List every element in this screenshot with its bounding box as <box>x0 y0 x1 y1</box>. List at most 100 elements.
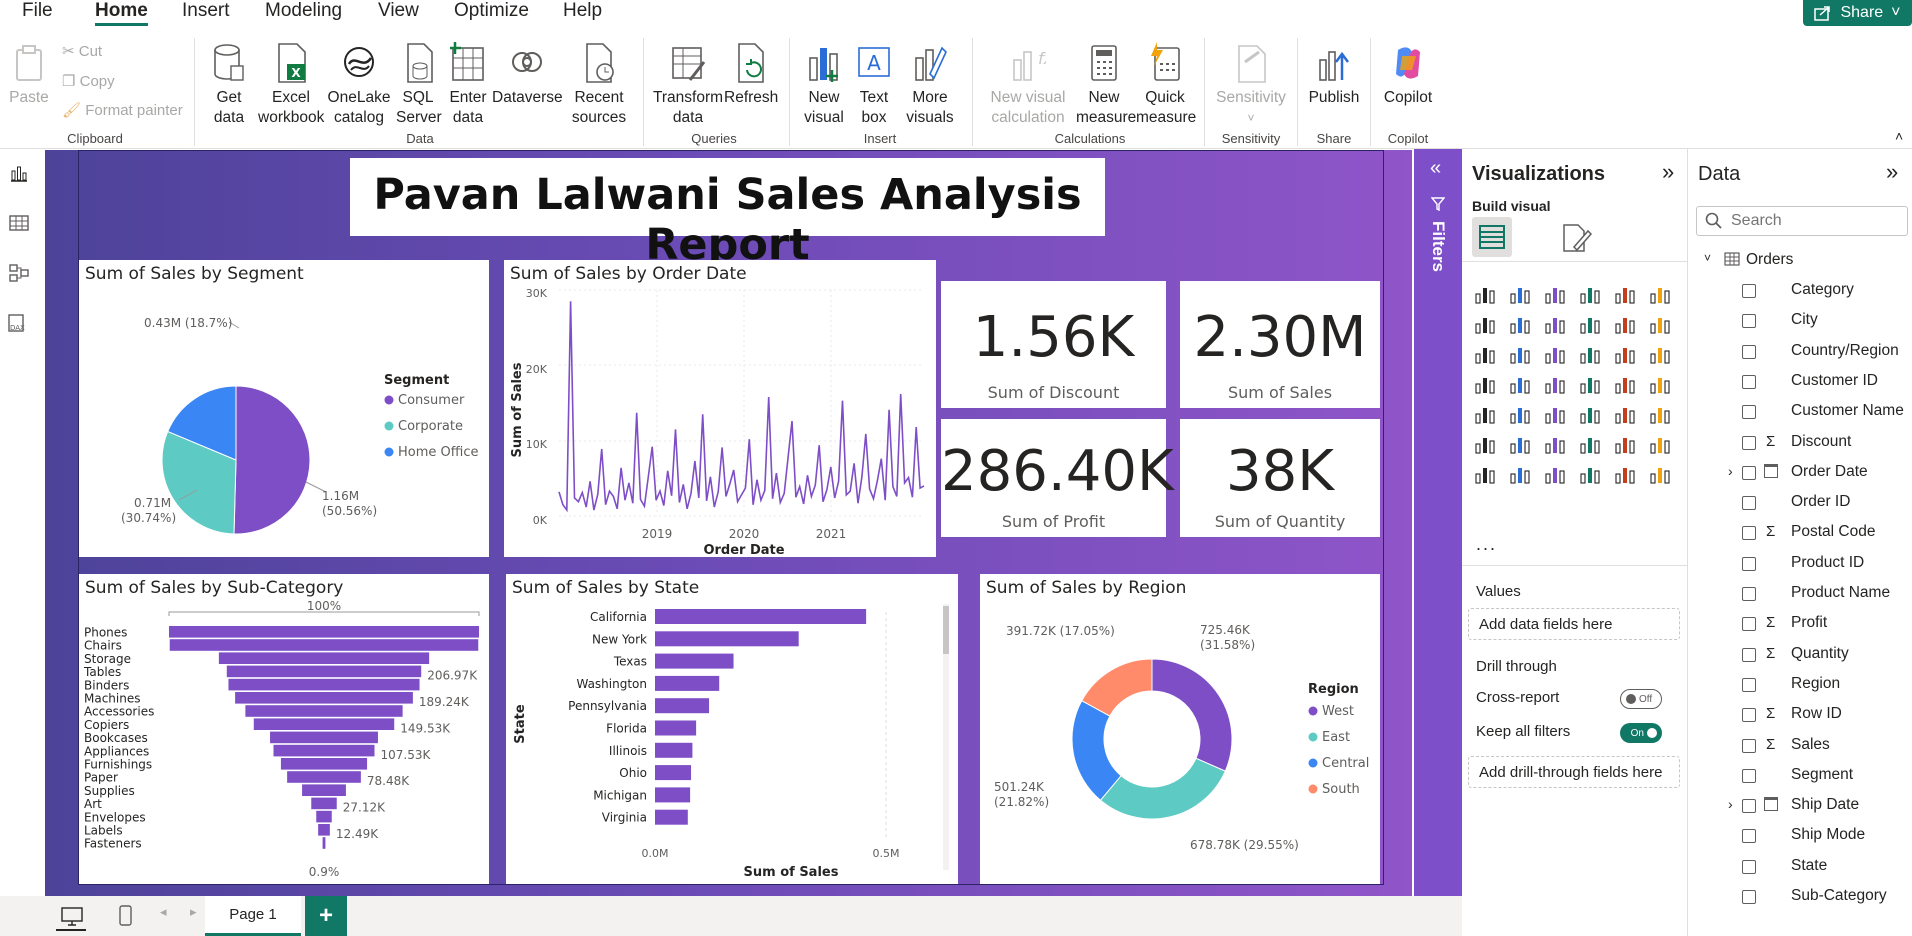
field-row[interactable]: Σ Discount <box>1700 429 1912 457</box>
dataverse-button[interactable]: Dataverse <box>492 42 563 108</box>
bar[interactable] <box>655 742 693 758</box>
tab-home[interactable]: Home <box>95 0 148 26</box>
bar[interactable] <box>655 787 691 803</box>
legend-item[interactable]: Home Office <box>398 445 478 460</box>
bar[interactable] <box>655 631 799 647</box>
cut-button[interactable]: ✂ Cut <box>62 42 102 60</box>
funnel-bar[interactable] <box>287 771 361 783</box>
funnel-bar[interactable] <box>169 639 479 651</box>
field-checkbox[interactable] <box>1742 829 1756 844</box>
cross-report-toggle[interactable]: Off <box>1620 689 1662 709</box>
field-checkbox[interactable] <box>1742 738 1756 753</box>
field-checkbox[interactable] <box>1742 708 1756 723</box>
field-row[interactable]: Σ Postal Code <box>1700 519 1912 547</box>
map-icon[interactable] <box>1507 372 1533 396</box>
funnel-bar[interactable] <box>318 824 330 836</box>
kpi-card-quantity[interactable]: 38K Sum of Quantity <box>1180 419 1380 537</box>
field-row[interactable]: Country/Region <box>1700 338 1912 366</box>
funnel-bar[interactable] <box>228 678 420 691</box>
funnel-bar[interactable] <box>302 784 346 796</box>
field-row[interactable]: Segment <box>1700 762 1912 790</box>
field-row[interactable]: State <box>1700 853 1912 881</box>
table-view-icon[interactable] <box>9 213 29 233</box>
enter-data-button[interactable]: Enter data <box>446 42 490 128</box>
values-drop-zone[interactable]: Add data fields here <box>1468 608 1680 640</box>
sql-server-button[interactable]: SQL Server <box>396 42 442 128</box>
field-row[interactable]: Σ Sales <box>1700 732 1912 760</box>
search-input[interactable] <box>1731 212 1891 230</box>
tab-optimize[interactable]: Optimize <box>454 0 529 26</box>
bar[interactable] <box>655 765 692 781</box>
field-checkbox[interactable] <box>1742 799 1756 814</box>
field-row[interactable]: › Order Date <box>1700 459 1912 487</box>
field-checkbox[interactable] <box>1742 465 1756 480</box>
field-row[interactable]: Σ Quantity <box>1700 641 1912 669</box>
field-checkbox[interactable] <box>1742 435 1756 450</box>
key-influencers-icon[interactable] <box>1507 432 1533 456</box>
decomposition-tree-icon[interactable] <box>1542 432 1568 456</box>
bar[interactable] <box>655 675 720 691</box>
treemap-icon[interactable] <box>1472 372 1498 396</box>
field-row[interactable]: Σ Row ID <box>1700 701 1912 729</box>
text-box-button[interactable]: A Text box <box>852 42 896 128</box>
quick-measure-button[interactable]: Quick measure <box>1136 42 1196 128</box>
field-checkbox[interactable] <box>1742 587 1756 601</box>
transform-data-button[interactable]: Transform data <box>653 42 723 128</box>
slice-east[interactable] <box>1099 757 1226 820</box>
python-icon[interactable] <box>1472 432 1498 456</box>
onelake-catalog-button[interactable]: OneLake catalog <box>326 42 392 128</box>
field-checkbox[interactable] <box>1742 344 1756 359</box>
mobile-layout-icon[interactable] <box>118 904 134 928</box>
kpi-icon[interactable] <box>1507 402 1533 426</box>
field-checkbox[interactable] <box>1742 374 1756 389</box>
field-checkbox[interactable] <box>1742 314 1756 329</box>
kpi-card-sales[interactable]: 2.30M Sum of Sales <box>1180 281 1380 408</box>
copilot-button[interactable]: Copilot <box>1378 42 1438 108</box>
field-row[interactable]: Category <box>1700 277 1912 305</box>
tab-modeling[interactable]: Modeling <box>265 0 342 26</box>
legend-item[interactable]: West <box>1322 704 1354 719</box>
paste-button[interactable]: Paste <box>8 42 50 108</box>
drill-through-drop-zone[interactable]: Add drill-through fields here <box>1468 756 1680 788</box>
100-bar-icon[interactable] <box>1612 282 1638 306</box>
slice-consumer[interactable] <box>233 385 311 535</box>
field-checkbox[interactable] <box>1742 526 1756 541</box>
field-row[interactable]: Product ID <box>1700 550 1912 578</box>
matrix-icon[interactable] <box>1612 402 1638 426</box>
field-checkbox[interactable] <box>1742 617 1756 632</box>
clustered-bar-icon[interactable] <box>1542 282 1568 306</box>
100-area-icon[interactable] <box>1577 312 1603 336</box>
donut-icon[interactable] <box>1647 342 1673 366</box>
funnel-bar[interactable] <box>235 692 413 704</box>
bar[interactable] <box>655 809 688 825</box>
recent-sources-button[interactable]: Recent sources <box>568 42 630 128</box>
field-row[interactable]: Σ Profit <box>1700 610 1912 638</box>
field-checkbox[interactable] <box>1742 859 1756 874</box>
field-checkbox[interactable] <box>1742 405 1756 420</box>
tab-view[interactable]: View <box>378 0 419 26</box>
collapse-data-pane-icon[interactable]: » <box>1886 159 1898 185</box>
clustered-column-icon[interactable] <box>1577 282 1603 306</box>
field-row[interactable]: Product Name <box>1700 580 1912 608</box>
pie-icon[interactable] <box>1612 342 1638 366</box>
new-visual-calculation-button[interactable]: fx New visual calculation <box>990 42 1066 128</box>
share-button[interactable]: Share ˅ <box>1803 0 1912 26</box>
stacked-column-icon[interactable] <box>1507 282 1533 306</box>
tab-insert[interactable]: Insert <box>182 0 230 26</box>
funnel-bar[interactable] <box>316 810 332 823</box>
region-donut-visual[interactable]: Sum of Sales by Region 725.46K (31.58%) … <box>980 574 1380 884</box>
line-column-icon[interactable] <box>1612 312 1638 336</box>
arcgis-icon[interactable] <box>1577 462 1603 486</box>
field-checkbox[interactable] <box>1742 890 1756 904</box>
tab-file[interactable]: File <box>22 0 53 26</box>
field-row[interactable]: Sub-Category <box>1700 883 1912 911</box>
order-date-line-visual[interactable]: Sum of Sales by Order Date 30K 20K 10K 0… <box>504 260 936 557</box>
field-checkbox[interactable] <box>1742 647 1756 662</box>
ribbon-icon[interactable] <box>1472 342 1498 366</box>
funnel-bar[interactable] <box>311 797 337 810</box>
card-icon[interactable] <box>1647 372 1673 396</box>
state-bar-visual[interactable]: Sum of Sales by State California New York… <box>506 574 958 884</box>
funnel-bar[interactable] <box>226 665 422 678</box>
qa-icon[interactable] <box>1577 432 1603 456</box>
scroll-right-icon[interactable]: ▸ <box>190 904 197 920</box>
